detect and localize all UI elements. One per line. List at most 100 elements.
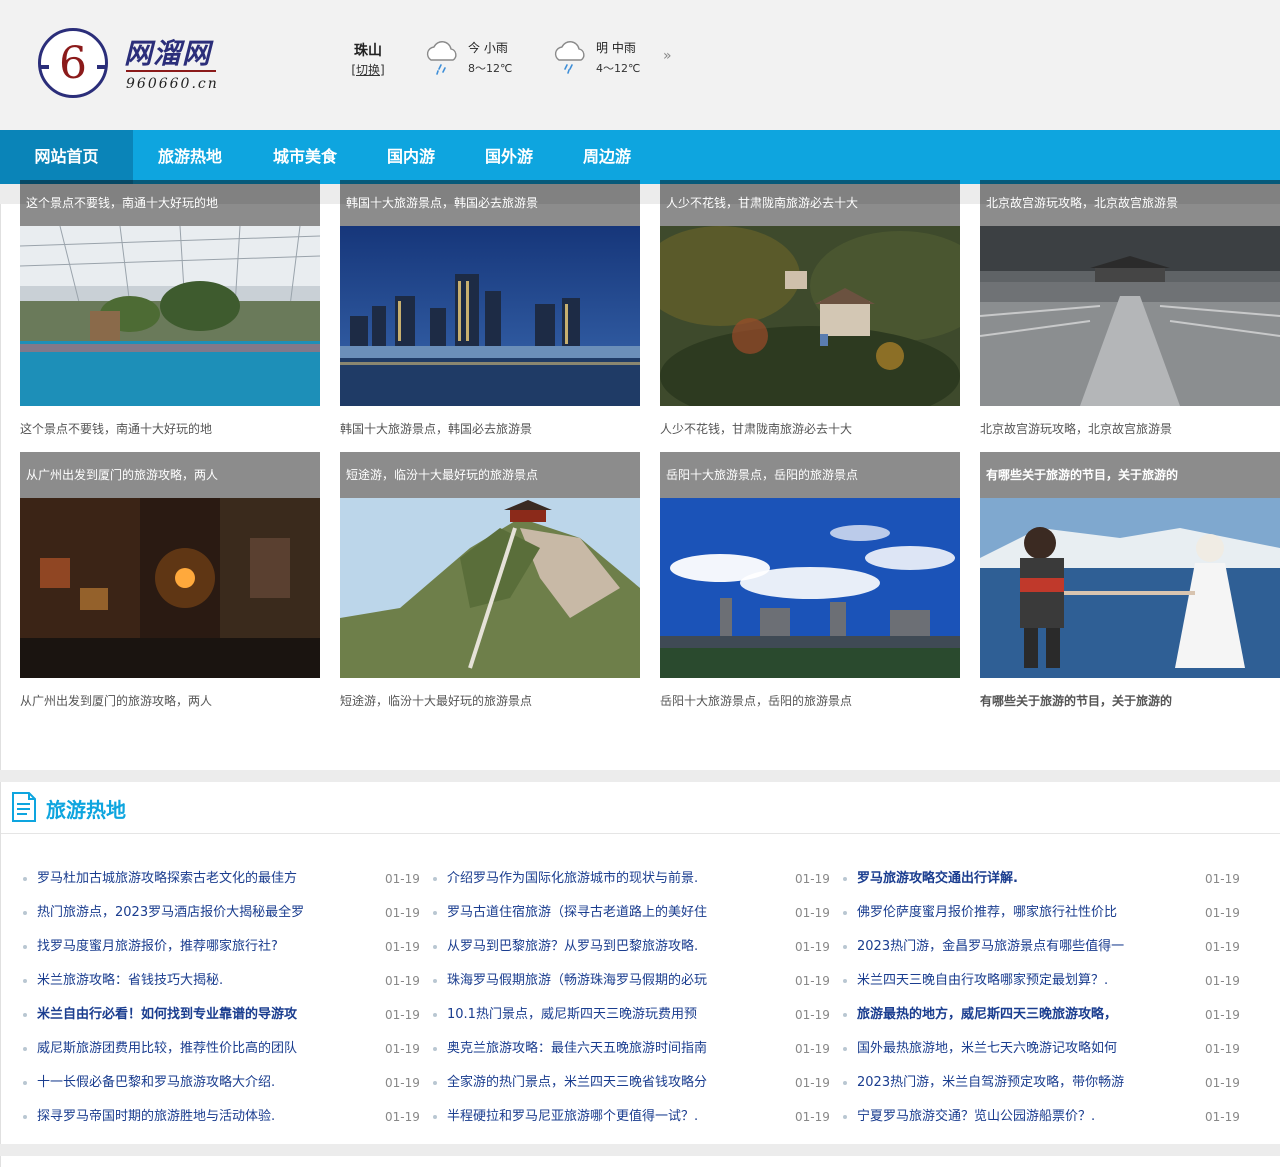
news-item[interactable]: 10.1热门景点，威尼斯四天三晚游玩费用预 01-19 bbox=[433, 1006, 833, 1026]
news-item[interactable]: 介绍罗马作为国际化旅游城市的现状与前景. 01-19 bbox=[433, 870, 833, 890]
news-item[interactable]: 奥克兰旅游攻略：最佳六天五晚旅游时间指南 01-19 bbox=[433, 1040, 833, 1060]
card-caption[interactable]: 岳阳十大旅游景点，岳阳的旅游景点 bbox=[660, 692, 852, 709]
card-overlay-title[interactable]: 韩国十大旅游景点，韩国必去旅游景 bbox=[340, 180, 640, 226]
news-item[interactable]: 佛罗伦萨度蜜月报价推荐，哪家旅行社性价比 01-19 bbox=[843, 904, 1243, 924]
next-section-edge bbox=[0, 1156, 1280, 1167]
news-title[interactable]: 国外最热旅游地，米兰七天六晚游记攻略如何 bbox=[857, 1040, 1187, 1058]
news-title[interactable]: 佛罗伦萨度蜜月报价推荐，哪家旅行社性价比 bbox=[857, 904, 1187, 922]
site-logo[interactable]: 6 网溜网 960660.cn bbox=[38, 26, 238, 102]
news-item[interactable]: 威尼斯旅游团费用比较，推荐性价比高的团队 01-19 bbox=[23, 1040, 423, 1060]
card-caption[interactable]: 有哪些关于旅游的节目，关于旅游的 bbox=[980, 692, 1172, 709]
news-title[interactable]: 罗马旅游攻略交通出行详解. bbox=[857, 870, 1187, 888]
news-date: 01-19 bbox=[795, 1042, 830, 1056]
featured-photos: 这个景点不要钱，南通十大好玩的地 这个景点不要钱，南通十大好玩的地 韩国十大旅游… bbox=[0, 180, 1280, 770]
news-item[interactable]: 罗马杜加古城旅游攻略探索古老文化的最佳方 01-19 bbox=[23, 870, 423, 890]
card-overlay-title[interactable]: 短途游，临汾十大最好玩的旅游景点 bbox=[340, 452, 640, 498]
card-image[interactable] bbox=[20, 498, 320, 678]
news-item[interactable]: 半程硬拉和罗马尼亚旅游哪个更值得一试？. 01-19 bbox=[433, 1108, 833, 1128]
site-header: 6 网溜网 960660.cn 珠山 [切换] 今 小雨 8～12℃ 明 中雨 … bbox=[0, 0, 1280, 130]
news-title[interactable]: 热门旅游点，2023罗马酒店报价大揭秘最全罗 bbox=[37, 904, 367, 922]
news-item[interactable]: 旅游最热的地方，威尼斯四天三晚旅游攻略， 01-19 bbox=[843, 1006, 1243, 1026]
weather-tomorrow-temp: 4～12℃ bbox=[596, 62, 641, 75]
nav-home[interactable]: 网站首页 bbox=[0, 130, 133, 184]
news-item[interactable]: 国外最热旅游地，米兰七天六晚游记攻略如何 01-19 bbox=[843, 1040, 1243, 1060]
news-date: 01-19 bbox=[1205, 1110, 1240, 1124]
news-item[interactable]: 探寻罗马帝国时期的旅游胜地与活动体验. 01-19 bbox=[23, 1108, 423, 1128]
city-name: 珠山 bbox=[354, 43, 382, 59]
news-item[interactable]: 珠海罗马假期旅游（畅游珠海罗马假期的必玩 01-19 bbox=[433, 972, 833, 992]
news-title[interactable]: 罗马古道住宿旅游（探寻古老道路上的美好住 bbox=[447, 904, 777, 922]
rain-cloud-icon bbox=[554, 41, 585, 74]
card-overlay-title[interactable]: 从广州出发到厦门的旅游攻略，两人 bbox=[20, 452, 320, 498]
card-image[interactable] bbox=[20, 226, 320, 406]
news-item[interactable]: 找罗马度蜜月旅游报价，推荐哪家旅行社? 01-19 bbox=[23, 938, 423, 958]
weather-today-temp: 8～12℃ bbox=[468, 62, 513, 75]
weather-more-arrow-icon[interactable]: » bbox=[663, 48, 672, 64]
card-overlay-title[interactable]: 有哪些关于旅游的节目，关于旅游的 bbox=[980, 452, 1280, 498]
city-switch-link[interactable]: [切换] bbox=[350, 60, 386, 80]
news-title[interactable]: 10.1热门景点，威尼斯四天三晚游玩费用预 bbox=[447, 1006, 777, 1024]
news-item[interactable]: 2023热门游，金昌罗马旅游景点有哪些值得一 01-19 bbox=[843, 938, 1243, 958]
news-date: 01-19 bbox=[385, 906, 420, 920]
news-item[interactable]: 热门旅游点，2023罗马酒店报价大揭秘最全罗 01-19 bbox=[23, 904, 423, 924]
card-caption[interactable]: 短途游，临汾十大最好玩的旅游景点 bbox=[340, 692, 532, 709]
card-caption[interactable]: 从广州出发到厦门的旅游攻略，两人 bbox=[20, 692, 212, 709]
news-item[interactable]: 宁夏罗马旅游交通？览山公园游船票价？. 01-19 bbox=[843, 1108, 1243, 1128]
news-date: 01-19 bbox=[1205, 940, 1240, 954]
news-date: 01-19 bbox=[1205, 906, 1240, 920]
news-title[interactable]: 威尼斯旅游团费用比较，推荐性价比高的团队 bbox=[37, 1040, 367, 1058]
rain-cloud-icon bbox=[426, 41, 457, 75]
news-title[interactable]: 十一长假必备巴黎和罗马旅游攻略大介绍. bbox=[37, 1074, 367, 1092]
news-date: 01-19 bbox=[1205, 1042, 1240, 1056]
news-item[interactable]: 从罗马到巴黎旅游？从罗马到巴黎旅游攻略. 01-19 bbox=[433, 938, 833, 958]
card-overlay-title[interactable]: 人少不花钱，甘肃陇南旅游必去十大 bbox=[660, 180, 960, 226]
card-image[interactable] bbox=[980, 226, 1280, 406]
card-caption[interactable]: 北京故宫游玩攻略，北京故宫旅游景 bbox=[980, 420, 1172, 437]
news-item[interactable]: 罗马旅游攻略交通出行详解. 01-19 bbox=[843, 870, 1243, 890]
card-image[interactable] bbox=[660, 226, 960, 406]
logo-text: 网溜网 bbox=[124, 37, 212, 70]
news-title[interactable]: 罗马杜加古城旅游攻略探索古老文化的最佳方 bbox=[37, 870, 367, 888]
news-title[interactable]: 米兰自由行必看！如何找到专业靠谱的导游攻 bbox=[37, 1006, 367, 1024]
news-title[interactable]: 全家游的热门景点，米兰四天三晚省钱攻略分 bbox=[447, 1074, 777, 1092]
hot-destinations-section: 旅游热地 罗马杜加古城旅游攻略探索古老文化的最佳方 01-19 热门旅游点，202… bbox=[0, 782, 1280, 1144]
nav-city-food[interactable]: 城市美食 bbox=[258, 130, 352, 184]
card-overlay-title[interactable]: 北京故宫游玩攻略，北京故宫旅游景 bbox=[980, 180, 1280, 226]
nav-overseas[interactable]: 国外游 bbox=[472, 130, 546, 184]
news-title[interactable]: 米兰旅游攻略：省钱技巧大揭秘. bbox=[37, 972, 367, 990]
news-item[interactable]: 2023热门游，米兰自驾游预定攻略，带你畅游 01-19 bbox=[843, 1074, 1243, 1094]
card-image[interactable] bbox=[340, 226, 640, 406]
card-image[interactable] bbox=[980, 498, 1280, 678]
news-title[interactable]: 米兰四天三晚自由行攻略哪家预定最划算？. bbox=[857, 972, 1187, 990]
news-title[interactable]: 2023热门游，米兰自驾游预定攻略，带你畅游 bbox=[857, 1074, 1187, 1092]
news-item[interactable]: 全家游的热门景点，米兰四天三晚省钱攻略分 01-19 bbox=[433, 1074, 833, 1094]
news-item[interactable]: 米兰四天三晚自由行攻略哪家预定最划算？. 01-19 bbox=[843, 972, 1243, 992]
nav-domestic[interactable]: 国内游 bbox=[374, 130, 448, 184]
news-item[interactable]: 罗马古道住宿旅游（探寻古老道路上的美好住 01-19 bbox=[433, 904, 833, 924]
card-overlay-title[interactable]: 这个景点不要钱，南通十大好玩的地 bbox=[20, 180, 320, 226]
news-date: 01-19 bbox=[795, 872, 830, 886]
card-image[interactable] bbox=[660, 498, 960, 678]
news-title[interactable]: 奥克兰旅游攻略：最佳六天五晚旅游时间指南 bbox=[447, 1040, 777, 1058]
card-caption[interactable]: 这个景点不要钱，南通十大好玩的地 bbox=[20, 420, 212, 437]
news-title[interactable]: 介绍罗马作为国际化旅游城市的现状与前景. bbox=[447, 870, 777, 888]
news-item[interactable]: 十一长假必备巴黎和罗马旅游攻略大介绍. 01-19 bbox=[23, 1074, 423, 1094]
news-title[interactable]: 探寻罗马帝国时期的旅游胜地与活动体验. bbox=[37, 1108, 367, 1126]
card-caption[interactable]: 人少不花钱，甘肃陇南旅游必去十大 bbox=[660, 420, 852, 437]
news-title[interactable]: 找罗马度蜜月旅游报价，推荐哪家旅行社? bbox=[37, 938, 367, 956]
card-image[interactable] bbox=[340, 498, 640, 678]
card-overlay-title[interactable]: 岳阳十大旅游景点，岳阳的旅游景点 bbox=[660, 452, 960, 498]
news-title[interactable]: 2023热门游，金昌罗马旅游景点有哪些值得一 bbox=[857, 938, 1187, 956]
nav-hot-destinations[interactable]: 旅游热地 bbox=[143, 130, 237, 184]
news-item[interactable]: 米兰旅游攻略：省钱技巧大揭秘. 01-19 bbox=[23, 972, 423, 992]
news-title[interactable]: 从罗马到巴黎旅游？从罗马到巴黎旅游攻略. bbox=[447, 938, 777, 956]
news-title[interactable]: 半程硬拉和罗马尼亚旅游哪个更值得一试？. bbox=[447, 1108, 777, 1126]
news-date: 01-19 bbox=[385, 1042, 420, 1056]
news-title[interactable]: 宁夏罗马旅游交通？览山公园游船票价？. bbox=[857, 1108, 1187, 1126]
nav-nearby[interactable]: 周边游 bbox=[570, 130, 644, 184]
news-title[interactable]: 旅游最热的地方，威尼斯四天三晚旅游攻略， bbox=[857, 1006, 1187, 1024]
card-caption[interactable]: 韩国十大旅游景点，韩国必去旅游景 bbox=[340, 420, 532, 437]
news-title[interactable]: 珠海罗马假期旅游（畅游珠海罗马假期的必玩 bbox=[447, 972, 777, 990]
news-item[interactable]: 米兰自由行必看！如何找到专业靠谱的导游攻 01-19 bbox=[23, 1006, 423, 1026]
document-icon bbox=[12, 792, 36, 822]
